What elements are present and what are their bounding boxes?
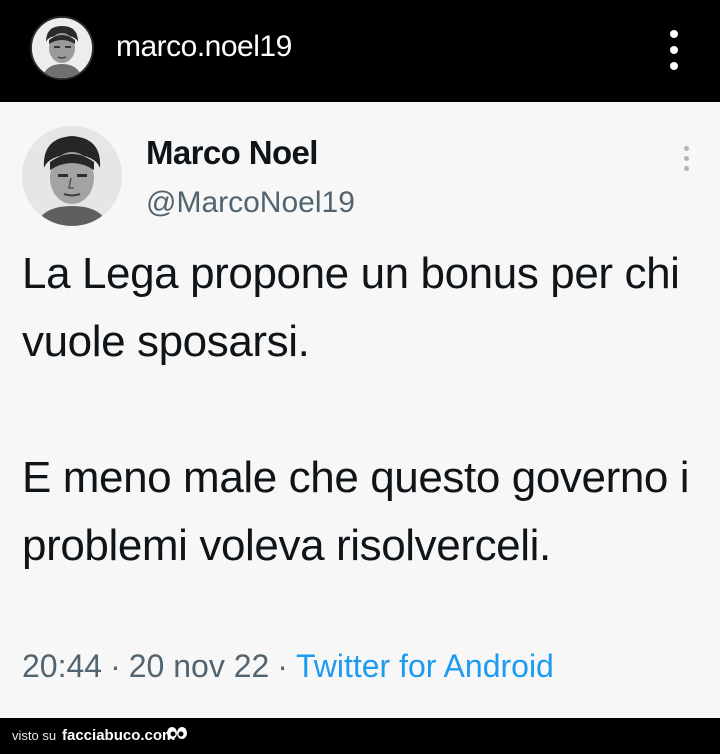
tweet-time[interactable]: 20:44 <box>22 648 102 684</box>
site-link[interactable]: facciabuco.com <box>62 727 175 744</box>
tweet-paragraph: La Lega propone un bonus per chi vuole s… <box>22 249 680 366</box>
profile-photo-icon <box>32 18 92 78</box>
tweet-date[interactable]: 20 nov 22 <box>129 648 270 684</box>
tweet-card: Marco Noel @MarcoNoel19 La Lega propone … <box>0 102 720 718</box>
watermark-footer: visto su facciabuco.com <box>0 718 720 754</box>
more-vertical-icon[interactable] <box>682 146 692 172</box>
post-header: marco.noel19 <box>0 0 720 102</box>
header-username[interactable]: marco.noel19 <box>116 30 292 64</box>
display-name[interactable]: Marco Noel <box>146 134 318 172</box>
tweet-source-link[interactable]: Twitter for Android <box>296 648 554 684</box>
meta-separator: · <box>110 648 121 684</box>
eyes-logo-icon <box>167 727 187 739</box>
seen-on-label: visto su <box>12 728 57 743</box>
tweet-text: La Lega propone un bonus per chi vuole s… <box>22 240 702 580</box>
tweet-avatar[interactable] <box>22 126 122 226</box>
tweet-paragraph: E meno male che questo governo i problem… <box>22 453 690 570</box>
meta-separator: · <box>277 648 288 684</box>
tweet-meta: 20:44 · 20 nov 22 · Twitter for Android <box>22 648 554 685</box>
user-handle[interactable]: @MarcoNoel19 <box>146 186 355 220</box>
profile-photo-icon <box>22 126 122 226</box>
more-vertical-icon[interactable] <box>662 28 686 72</box>
header-avatar[interactable] <box>30 16 94 80</box>
